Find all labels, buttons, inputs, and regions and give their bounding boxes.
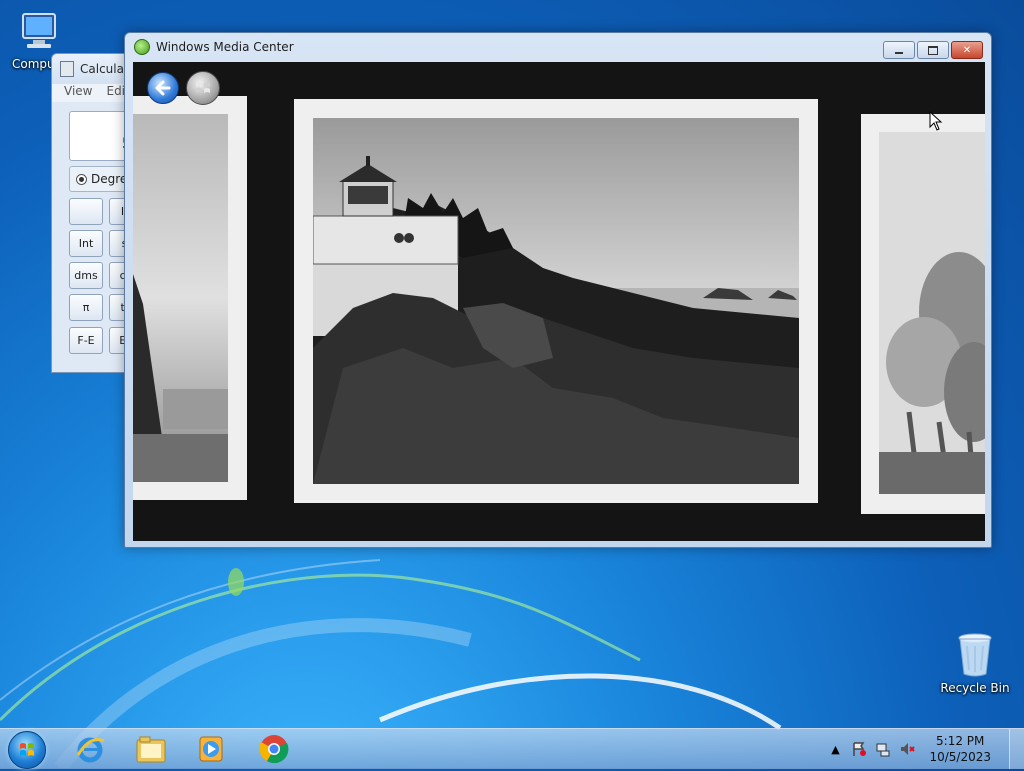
windows-media-player-icon xyxy=(199,736,223,762)
back-button[interactable] xyxy=(147,72,179,104)
desktop-icon-recycle-bin[interactable]: Recycle Bin xyxy=(940,630,1010,695)
system-clock[interactable]: 5:12 PM 10/5/2023 xyxy=(929,733,991,765)
calc-key-dms[interactable]: dms xyxy=(69,262,103,289)
recycle-bin-icon xyxy=(955,630,995,678)
calc-key-blank[interactable] xyxy=(69,198,103,225)
network-icon[interactable] xyxy=(875,741,891,757)
calculator-title: Calculat xyxy=(80,62,129,76)
close-icon: ✕ xyxy=(962,44,972,56)
maximize-button[interactable] xyxy=(917,41,949,59)
calculator-icon xyxy=(60,61,74,77)
clock-time: 5:12 PM xyxy=(936,734,985,748)
windows-logo-icon xyxy=(20,743,34,756)
maximize-icon xyxy=(928,45,938,55)
photo-thumbnail-previous[interactable] xyxy=(133,96,247,500)
volume-muted-icon[interactable] xyxy=(899,741,916,757)
windows-media-center-icon xyxy=(134,39,150,55)
show-hidden-icons-icon[interactable]: ▲ xyxy=(827,741,843,757)
photo-lighthouse xyxy=(313,118,799,484)
close-button[interactable]: ✕ xyxy=(951,41,983,59)
show-desktop-button[interactable] xyxy=(1009,729,1024,769)
clock-date: 10/5/2023 xyxy=(929,750,991,764)
computer-icon xyxy=(17,10,61,54)
menu-view[interactable]: View xyxy=(64,84,92,102)
photo-current[interactable] xyxy=(294,99,818,503)
radio-selected-icon xyxy=(76,173,87,185)
chrome-icon xyxy=(259,735,289,764)
photo-waterfall xyxy=(133,114,228,482)
taskbar-internet-explorer[interactable] xyxy=(64,731,116,767)
start-button[interactable] xyxy=(8,731,46,769)
desktop-icon-label: Recycle Bin xyxy=(940,681,1010,695)
calc-key-pi[interactable]: π xyxy=(69,294,103,321)
calc-key-fe[interactable]: F-E xyxy=(69,327,103,354)
back-arrow-icon xyxy=(155,80,171,96)
media-center-window[interactable]: Windows Media Center ✕ xyxy=(124,32,992,548)
windows-logo-icon xyxy=(196,82,210,93)
calc-key-int[interactable]: Int xyxy=(69,230,103,257)
taskbar: ▲ 5:12 PM 10/5/2023 xyxy=(0,728,1024,769)
system-tray: ▲ 5:12 PM 10/5/2023 xyxy=(823,729,1024,769)
mouse-cursor-icon xyxy=(929,111,943,131)
photo-flowers xyxy=(879,132,985,494)
media-center-start-button[interactable] xyxy=(186,71,220,105)
minimize-button[interactable] xyxy=(883,41,915,59)
taskbar-windows-explorer[interactable] xyxy=(125,731,177,767)
media-center-titlebar[interactable]: Windows Media Center ✕ xyxy=(125,33,991,61)
windows-explorer-icon xyxy=(136,736,166,763)
window-caption-buttons: ✕ xyxy=(881,41,983,59)
minimize-icon xyxy=(895,52,903,54)
media-center-title: Windows Media Center xyxy=(156,40,294,54)
taskbar-chrome[interactable] xyxy=(248,731,300,767)
taskbar-windows-media-player[interactable] xyxy=(185,731,237,767)
photo-thumbnail-next[interactable] xyxy=(861,114,985,514)
media-center-content[interactable] xyxy=(133,62,985,541)
internet-explorer-icon xyxy=(76,737,105,763)
action-center-icon[interactable] xyxy=(851,741,867,757)
